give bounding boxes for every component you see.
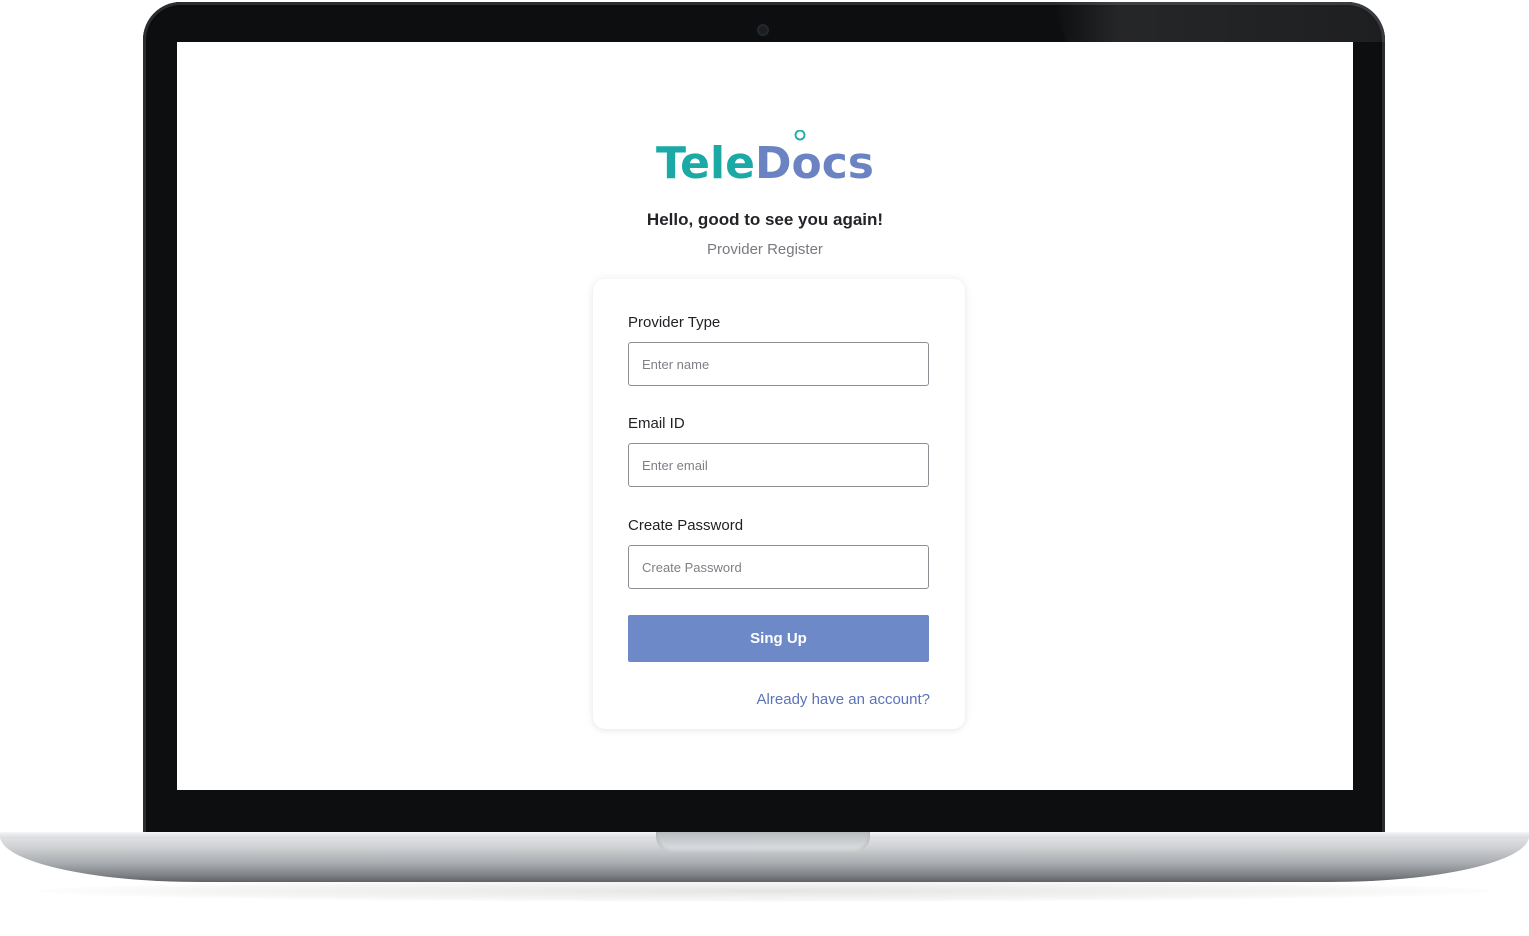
signup-button[interactable]: Sing Up [628,615,929,662]
password-label: Create Password [628,517,744,534]
password-field[interactable] [628,545,929,589]
provider-type-label: Provider Type [628,314,721,331]
camera-icon [757,24,769,36]
page-subtitle: Provider Register [707,241,823,258]
provider-type-input[interactable] [628,342,929,386]
email-field[interactable] [628,443,929,487]
laptop-mockup: TeleDocs Hello, good to see you again! P… [0,0,1529,936]
lid-reflection [1053,2,1385,42]
login-link[interactable]: Already have an account? [757,691,930,708]
greeting-heading: Hello, good to see you again! [646,210,884,229]
logo-wordmark: TeleDocs [656,130,874,194]
screen: TeleDocs Hello, good to see you again! P… [177,42,1353,790]
logo-tele: Tele [656,138,755,189]
email-label: Email ID [628,415,685,432]
register-card: Provider Type Email ID Create Password S… [593,279,965,729]
laptop-shadow [40,880,1490,902]
laptop-notch [656,832,870,852]
stethoscope-icon [794,130,806,141]
logo-docs: Docs [754,138,874,189]
teledocs-logo: TeleDocs [177,130,1353,194]
